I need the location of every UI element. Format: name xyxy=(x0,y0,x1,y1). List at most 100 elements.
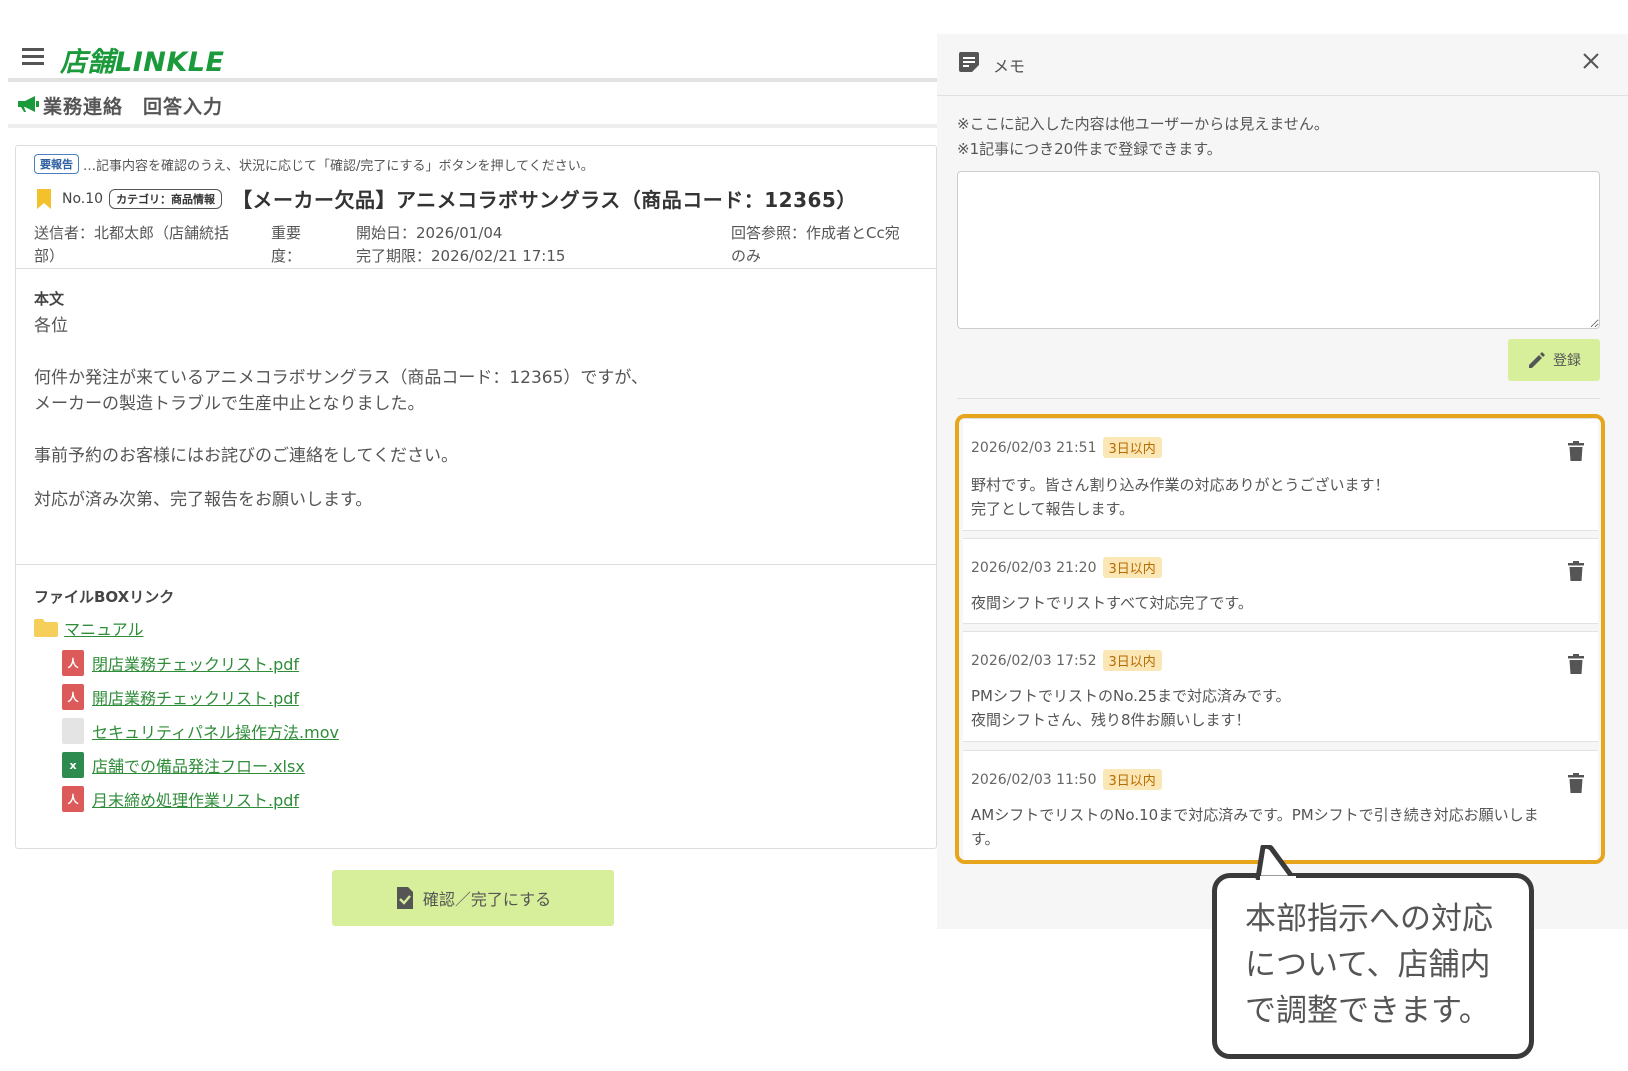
memo-timestamp: 2026/02/03 21:20 3日以内 xyxy=(971,557,1162,578)
callout-bubble: 本部指示への対応 について、店舗内 で調整できます。 xyxy=(1212,873,1534,1059)
memo-note: ※ここに記入した内容は他ユーザーからは見えません。 ※1記事につき20件まで登録… xyxy=(957,112,1329,162)
memo-time-text: 2026/02/03 21:20 xyxy=(971,559,1097,576)
register-button-label: 登録 xyxy=(1553,353,1581,369)
callout-tail xyxy=(1255,845,1296,880)
trash-icon[interactable] xyxy=(1568,561,1584,581)
file-item[interactable]: x 店舗での備品発注フロー.xlsx xyxy=(62,748,339,782)
memo-item: 2026/02/03 21:51 3日以内 野村です。皆さん割り込み作業の対応あ… xyxy=(963,418,1598,531)
document-check-icon xyxy=(396,887,413,909)
memo-timestamp: 2026/02/03 17:52 3日以内 xyxy=(971,650,1162,671)
date-info: 開始日：2026/01/04 完了期限：2026/02/21 17:15 xyxy=(356,222,656,268)
sender-line: 送信者：北都太郎（店舗統括 xyxy=(34,224,230,242)
callout-line: 本部指示への対応 xyxy=(1245,901,1493,937)
memo-item: 2026/02/03 21:20 3日以内 夜間シフトでリストすべて対応完了です… xyxy=(963,538,1598,624)
divider xyxy=(16,564,936,565)
reference-line: 回答参照：作成者とCc宛 xyxy=(731,224,900,242)
body-text-line: 各位 xyxy=(34,316,68,336)
category-badge: カテゴリ：商品情報 xyxy=(109,188,223,209)
hamburger-menu-icon[interactable] xyxy=(22,48,44,65)
callout-line: で調整できます。 xyxy=(1245,993,1490,1029)
megaphone-icon xyxy=(18,96,39,112)
memo-list: 2026/02/03 21:51 3日以内 野村です。皆さん割り込み作業の対応あ… xyxy=(955,414,1605,864)
files-label: ファイルBOXリンク xyxy=(34,588,175,606)
memo-input[interactable] xyxy=(957,171,1600,329)
memo-note-line: ※1記事につき20件まで登録できます。 xyxy=(957,140,1222,158)
file-link[interactable]: 月末締め処理作業リスト.pdf xyxy=(92,787,299,811)
body-text-line: 事前予約のお客様にはお詫びのご連絡をしてください。 xyxy=(34,446,458,466)
confirm-button-label: 確認／完了にする xyxy=(422,890,552,909)
start-date: 開始日：2026/01/04 xyxy=(356,224,503,242)
sender-info: 送信者：北都太郎（店舗統括 部） xyxy=(34,222,254,268)
article-number: No.10 xyxy=(62,190,104,207)
file-item[interactable]: セキュリティパネル操作方法.mov xyxy=(62,714,339,748)
memo-text: PMシフトでリストのNo.25まで対応済みです。 夜間シフトさん、残り8件お願い… xyxy=(971,684,1581,732)
trash-icon[interactable] xyxy=(1568,773,1584,793)
memo-item: 2026/02/03 17:52 3日以内 PMシフトでリストのNo.25まで対… xyxy=(963,631,1598,742)
page-title: 業務連絡 回答入力 xyxy=(43,96,224,118)
memo-text-line: 夜間シフトさん、残り8件お願いします！ xyxy=(971,711,1251,729)
page-title-bar: 業務連絡 回答入力 xyxy=(8,84,945,128)
file-item[interactable]: 人 開店業務チェックリスト.pdf xyxy=(62,680,339,714)
importance-info: 重要 度： xyxy=(271,222,321,268)
memo-text-line: 野村です。皆さん割り込み作業の対応ありがとうございます！ xyxy=(971,476,1390,494)
memo-text-line: PMシフトでリストのNo.25まで対応済みです。 xyxy=(971,687,1291,705)
importance-line: 度： xyxy=(271,247,302,265)
article-card: 要報告 …記事内容を確認のうえ、状況に応じて「確認/完了にする」ボタンを押してく… xyxy=(15,145,937,849)
top-bar: 店舗LINKLE xyxy=(8,30,945,82)
folder-link[interactable]: マニュアル xyxy=(64,616,144,640)
article-header: No.10 カテゴリ：商品情報 【メーカー欠品】アニメコラボサングラス（商品コー… xyxy=(36,184,857,213)
reference-line: のみ xyxy=(731,247,762,265)
file-link[interactable]: 閉店業務チェックリスト.pdf xyxy=(92,651,299,675)
pdf-file-icon: 人 xyxy=(62,650,84,676)
memo-text-line: 夜間シフトでリストすべて対応完了です。 xyxy=(971,594,1253,612)
file-item[interactable]: 人 月末締め処理作業リスト.pdf xyxy=(62,782,339,816)
excel-file-icon: x xyxy=(62,752,84,778)
video-file-icon xyxy=(62,718,84,744)
bookmark-icon[interactable] xyxy=(36,188,52,209)
close-icon[interactable] xyxy=(1582,52,1600,70)
file-link[interactable]: 開店業務チェックリスト.pdf xyxy=(92,685,299,709)
callout-text: 本部指示への対応 について、店舗内 で調整できます。 xyxy=(1245,896,1525,1034)
days-badge: 3日以内 xyxy=(1102,769,1162,790)
memo-timestamp: 2026/02/03 21:51 3日以内 xyxy=(971,437,1162,458)
article-title: 【メーカー欠品】アニメコラボサングラス（商品コード：12365） xyxy=(232,188,857,212)
folder-item[interactable]: マニュアル xyxy=(34,616,144,640)
notice-text: …記事内容を確認のうえ、状況に応じて「確認/完了にする」ボタンを押してください。 xyxy=(83,158,594,174)
memo-header: メモ xyxy=(937,34,1628,96)
file-list: 人 閉店業務チェックリスト.pdf 人 開店業務チェックリスト.pdf セキュリ… xyxy=(62,646,339,816)
memo-text: AMシフトでリストのNo.10まで対応済みです。PMシフトで引き続き対応お願いし… xyxy=(971,803,1581,851)
pdf-file-icon: 人 xyxy=(62,684,84,710)
main-panel: 店舗LINKLE 業務連絡 回答入力 要報告 …記事内容を確認のうえ、状況に応じ… xyxy=(0,0,945,1071)
sender-line: 部） xyxy=(34,247,65,265)
body-text-line: 対応が済み次第、完了報告をお願いします。 xyxy=(34,490,373,510)
body-text-line: メーカーの製造トラブルで生産中止となりました。 xyxy=(34,394,425,414)
file-link[interactable]: セキュリティパネル操作方法.mov xyxy=(92,719,339,743)
memo-text: 夜間シフトでリストすべて対応完了です。 xyxy=(971,591,1581,615)
memo-note-line: ※ここに記入した内容は他ユーザーからは見えません。 xyxy=(957,115,1329,133)
file-item[interactable]: 人 閉店業務チェックリスト.pdf xyxy=(62,646,339,680)
body-text-line: 何件か発注が来ているアニメコラボサングラス（商品コード：12365）ですが、 xyxy=(34,368,649,388)
divider xyxy=(957,398,1600,399)
register-button[interactable]: 登録 xyxy=(1508,339,1600,381)
days-badge: 3日以内 xyxy=(1102,437,1162,458)
days-badge: 3日以内 xyxy=(1102,557,1162,578)
memo-text: 野村です。皆さん割り込み作業の対応ありがとうございます！ 完了として報告します。 xyxy=(971,473,1581,521)
memo-time-text: 2026/02/03 11:50 xyxy=(971,771,1097,788)
memo-icon xyxy=(959,52,979,72)
pdf-file-icon: 人 xyxy=(62,786,84,812)
app-logo[interactable]: 店舗LINKLE xyxy=(60,40,224,79)
days-badge: 3日以内 xyxy=(1102,650,1162,671)
notice-row: 要報告 …記事内容を確認のうえ、状況に応じて「確認/完了にする」ボタンを押してく… xyxy=(34,154,594,174)
file-link[interactable]: 店舗での備品発注フロー.xlsx xyxy=(92,753,305,777)
due-date: 完了期限：2026/02/21 17:15 xyxy=(356,247,566,265)
reply-reference-info: 回答参照：作成者とCc宛 のみ xyxy=(731,222,921,268)
trash-icon[interactable] xyxy=(1568,441,1584,461)
memo-timestamp: 2026/02/03 11:50 3日以内 xyxy=(971,769,1162,790)
importance-line: 重要 xyxy=(271,224,302,242)
memo-time-text: 2026/02/03 21:51 xyxy=(971,439,1097,456)
trash-icon[interactable] xyxy=(1568,654,1584,674)
confirm-complete-button[interactable]: 確認／完了にする xyxy=(332,870,614,926)
memo-text-line: 完了として報告します。 xyxy=(971,500,1135,518)
pencil-icon xyxy=(1529,352,1545,368)
memo-panel: メモ ※ここに記入した内容は他ユーザーからは見えません。 ※1記事につき20件ま… xyxy=(937,34,1628,929)
